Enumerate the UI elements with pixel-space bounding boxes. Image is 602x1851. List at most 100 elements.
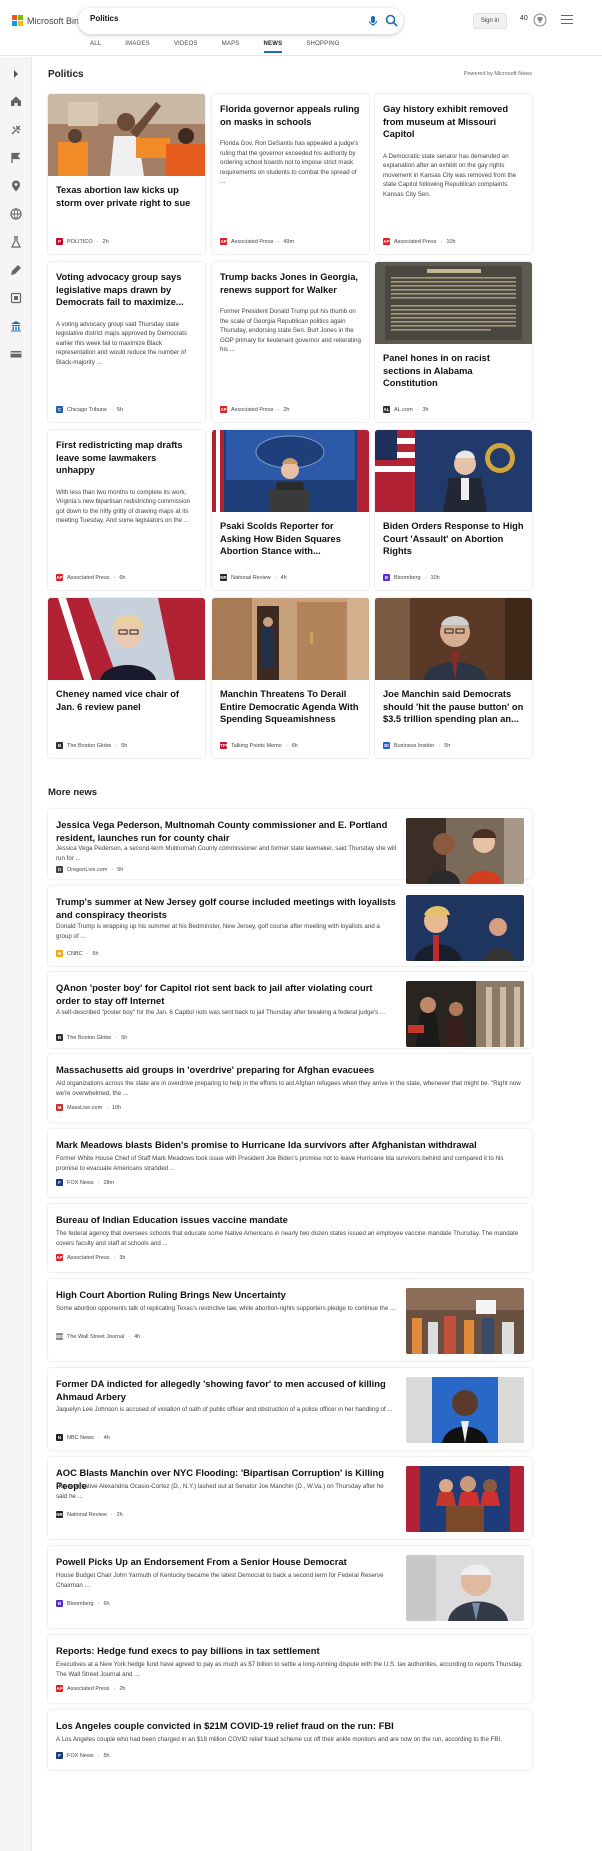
- card-source[interactable]: AP Associated Press · 2h: [220, 406, 289, 413]
- item-source[interactable]: NR National Review · 2h: [56, 1511, 123, 1518]
- news-list-item[interactable]: QAnon 'poster boy' for Capitol riot sent…: [48, 972, 532, 1048]
- sports-icon[interactable]: [9, 123, 23, 137]
- flag-icon[interactable]: [9, 151, 23, 165]
- tab-shopping[interactable]: SHOPPING: [306, 41, 339, 53]
- item-source[interactable]: M MassLive.com · 10h: [56, 1104, 121, 1111]
- news-card[interactable]: Texas abortion law kicks up storm over p…: [48, 94, 205, 254]
- location-pin-icon[interactable]: [9, 179, 23, 193]
- item-title[interactable]: Mark Meadows blasts Biden's promise to H…: [56, 1138, 524, 1151]
- news-list-item[interactable]: Reports: Hedge fund execs to pay billion…: [48, 1635, 532, 1703]
- news-list-item[interactable]: Bureau of Indian Education issues vaccin…: [48, 1204, 532, 1272]
- microphone-icon[interactable]: [367, 15, 379, 27]
- item-title[interactable]: High Court Abortion Ruling Brings New Un…: [56, 1288, 396, 1301]
- chevron-right-icon[interactable]: [9, 67, 23, 81]
- card-source[interactable]: B Bloomberg · 10h: [383, 574, 440, 581]
- tab-news[interactable]: NEWS: [263, 41, 283, 53]
- item-source[interactable]: N NBC News · 4h: [56, 1434, 110, 1441]
- card-source[interactable]: AP Associated Press · 49m: [220, 238, 294, 245]
- item-source[interactable]: AP Associated Press · 3h: [56, 1254, 125, 1261]
- tab-images[interactable]: IMAGES: [125, 41, 150, 53]
- money-icon[interactable]: [9, 347, 23, 361]
- card-title[interactable]: Biden Orders Response to High Court 'Ass…: [375, 520, 532, 558]
- card-title[interactable]: Panel hones in on racist sections in Ala…: [375, 352, 532, 390]
- card-title[interactable]: Manchin Threatens To Derail Entire Democ…: [212, 688, 369, 726]
- news-list-item[interactable]: Powell Picks Up an Endorsement From a Se…: [48, 1546, 532, 1628]
- rewards-count[interactable]: 40: [520, 15, 528, 22]
- news-card[interactable]: Joe Manchin said Democrats should 'hit t…: [375, 598, 532, 758]
- publisher-logo-icon: N: [56, 1434, 63, 1441]
- item-source[interactable]: WSJ The Wall Street Journal · 4h: [56, 1333, 140, 1340]
- publisher-logo-icon: AP: [56, 574, 63, 581]
- news-list-item[interactable]: AOC Blasts Manchin over NYC Flooding: 'B…: [48, 1457, 532, 1539]
- news-list-item[interactable]: High Court Abortion Ruling Brings New Un…: [48, 1279, 532, 1361]
- card-source[interactable]: AP Associated Press · 10h: [383, 238, 456, 245]
- card-source[interactable]: P POLITICO · 2h: [56, 238, 109, 245]
- item-title[interactable]: Powell Picks Up an Endorsement From a Se…: [56, 1555, 396, 1568]
- news-card[interactable]: Voting advocacy group says legislative m…: [48, 262, 205, 422]
- card-source[interactable]: B The Boston Globe · 5h: [56, 742, 127, 749]
- item-description: House Budget Chair John Yarmuth of Kentu…: [56, 1572, 384, 1589]
- item-title[interactable]: QAnon 'poster boy' for Capitol riot sent…: [56, 981, 396, 1007]
- item-source[interactable]: F FOX News · 28m: [56, 1179, 114, 1186]
- bing-logo[interactable]: Microsoft Bing: [12, 15, 84, 26]
- globe-icon[interactable]: [9, 207, 23, 221]
- card-title[interactable]: Trump backs Jones in Georgia, renews sup…: [212, 271, 369, 296]
- card-source[interactable]: AL AL.com · 3h: [383, 406, 429, 413]
- news-card[interactable]: First redistricting map drafts leave som…: [48, 430, 205, 590]
- science-icon[interactable]: [9, 235, 23, 249]
- news-list-item[interactable]: Massachusetts aid groups in 'overdrive' …: [48, 1054, 532, 1122]
- card-title[interactable]: Texas abortion law kicks up storm over p…: [48, 184, 205, 209]
- item-source[interactable]: F FOX News · 5h: [56, 1752, 110, 1759]
- item-title[interactable]: Trump's summer at New Jersey golf course…: [56, 895, 396, 921]
- item-source[interactable]: AP Associated Press · 2h: [56, 1685, 125, 1692]
- news-card[interactable]: Manchin Threatens To Derail Entire Democ…: [212, 598, 369, 758]
- entertainment-icon[interactable]: [9, 291, 23, 305]
- item-title[interactable]: Bureau of Indian Education issues vaccin…: [56, 1213, 524, 1226]
- card-title[interactable]: Cheney named vice chair of Jan. 6 review…: [48, 688, 205, 713]
- item-title[interactable]: Los Angeles couple convicted in $21M COV…: [56, 1719, 524, 1732]
- news-card[interactable]: Gay history exhibit removed from museum …: [375, 94, 532, 254]
- news-card[interactable]: Biden Orders Response to High Court 'Ass…: [375, 430, 532, 590]
- tab-all[interactable]: ALL: [90, 41, 101, 53]
- news-list-item[interactable]: Former DA indicted for allegedly 'showin…: [48, 1368, 532, 1450]
- politics-icon[interactable]: [9, 319, 23, 333]
- card-title[interactable]: First redistricting map drafts leave som…: [48, 439, 205, 477]
- card-title[interactable]: Joe Manchin said Democrats should 'hit t…: [375, 688, 532, 726]
- search-box[interactable]: [78, 8, 403, 34]
- card-source[interactable]: C Chicago Tribune · 5h: [56, 406, 123, 413]
- item-title[interactable]: Massachusetts aid groups in 'overdrive' …: [56, 1063, 524, 1076]
- news-list-item[interactable]: Mark Meadows blasts Biden's promise to H…: [48, 1129, 532, 1197]
- tab-videos[interactable]: VIDEOS: [174, 41, 198, 53]
- technology-icon[interactable]: [9, 263, 23, 277]
- item-source[interactable]: N CNBC · 5h: [56, 950, 99, 957]
- search-input[interactable]: [90, 14, 330, 23]
- card-title[interactable]: Psaki Scolds Reporter for Asking How Bid…: [212, 520, 369, 558]
- sign-in-button[interactable]: Sign in: [473, 13, 507, 29]
- item-title[interactable]: Jessica Vega Pederson, Multnomah County …: [56, 818, 396, 844]
- rewards-trophy-icon[interactable]: [533, 13, 547, 27]
- news-card[interactable]: Cheney named vice chair of Jan. 6 review…: [48, 598, 205, 758]
- news-card[interactable]: Psaki Scolds Reporter for Asking How Bid…: [212, 430, 369, 590]
- card-source[interactable]: TPM Talking Points Memo · 6h: [220, 742, 298, 749]
- news-card[interactable]: Panel hones in on racist sections in Ala…: [375, 262, 532, 422]
- item-source[interactable]: B Bloomberg · 6h: [56, 1600, 110, 1607]
- menu-icon[interactable]: [561, 15, 573, 25]
- news-list-item[interactable]: Jessica Vega Pederson, Multnomah County …: [48, 809, 532, 884]
- news-list-item[interactable]: Trump's summer at New Jersey golf course…: [48, 886, 532, 966]
- card-title[interactable]: Florida governor appeals ruling on masks…: [212, 103, 369, 128]
- news-card[interactable]: Trump backs Jones in Georgia, renews sup…: [212, 262, 369, 422]
- news-list-item[interactable]: Los Angeles couple convicted in $21M COV…: [48, 1710, 532, 1770]
- item-source[interactable]: B The Boston Globe · 5h: [56, 1034, 127, 1041]
- item-title[interactable]: Former DA indicted for allegedly 'showin…: [56, 1377, 396, 1403]
- item-title[interactable]: Reports: Hedge fund execs to pay billion…: [56, 1644, 524, 1657]
- tab-maps[interactable]: MAPS: [222, 41, 240, 53]
- news-card[interactable]: Florida governor appeals ruling on masks…: [212, 94, 369, 254]
- card-source[interactable]: BI Business Insider · 5h: [383, 742, 450, 749]
- card-source[interactable]: NR National Review · 4h: [220, 574, 287, 581]
- card-source[interactable]: AP Associated Press · 6h: [56, 574, 125, 581]
- search-icon[interactable]: [385, 14, 398, 27]
- home-icon[interactable]: [9, 94, 23, 108]
- card-title[interactable]: Voting advocacy group says legislative m…: [48, 271, 205, 309]
- card-title[interactable]: Gay history exhibit removed from museum …: [375, 103, 532, 141]
- item-source[interactable]: O OregonLive.com · 5h: [56, 866, 123, 873]
